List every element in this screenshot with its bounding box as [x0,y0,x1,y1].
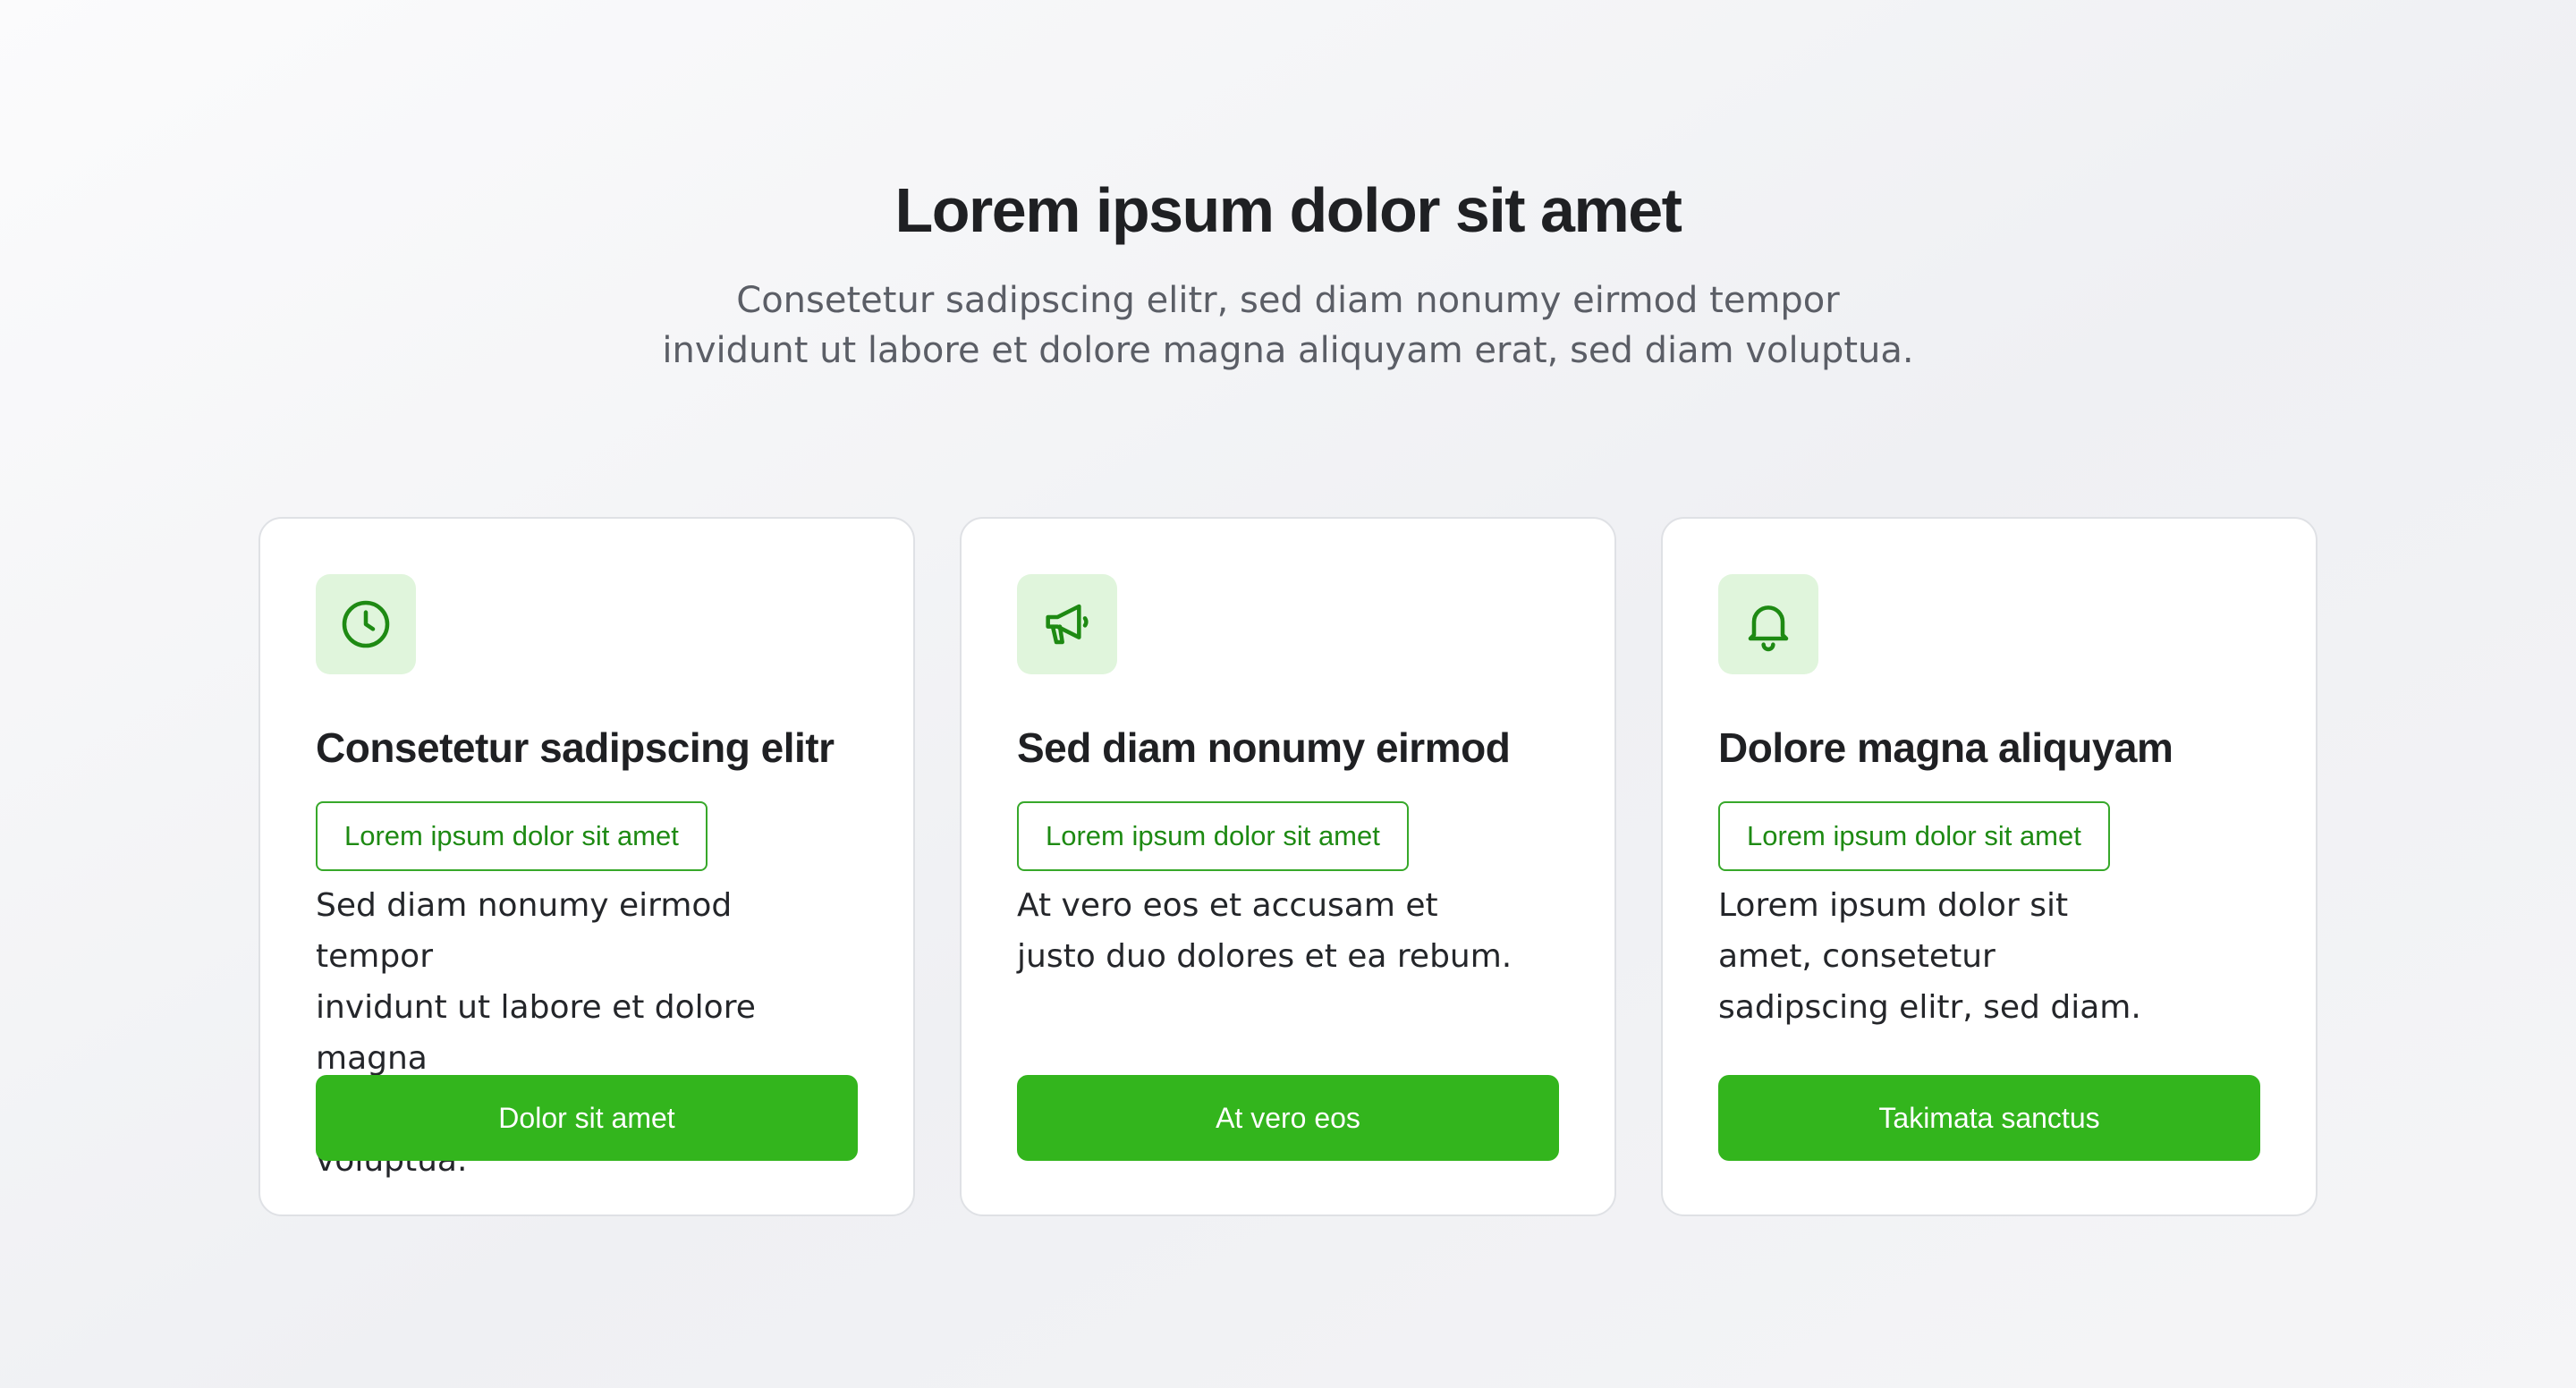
megaphone-icon [1046,604,1089,645]
at-vero-eos-button[interactable]: At vero eos [1017,1075,1559,1161]
page-subtitle: Consetetur sadipscing elitr, sed diam no… [662,275,1914,376]
card-tag: Lorem ipsum dolor sit amet [316,801,708,871]
desc-line: sadipscing elitr, sed diam. [1718,989,2141,1026]
card-description: At vero eos et accusam et justo duo dolor… [1017,880,1559,982]
hero-section: Lorem ipsum dolor sit amet Consetetur sa… [0,170,2576,376]
feature-card-3: Dolore magna aliquyam Lorem ipsum dolor … [1661,517,2318,1216]
card-title: Sed diam nonumy eirmod [1017,724,1511,771]
desc-line: amet, consetetur [1718,938,1996,975]
card-description: Lorem ipsum dolor sit amet, consetetur sad… [1718,880,2260,1033]
subtitle-line-2: invidunt ut labore et dolore magna aliqu… [662,330,1914,371]
bell-icon [1748,605,1789,652]
takimata-sanctus-button[interactable]: Takimata sanctus [1718,1075,2260,1161]
card-title: Consetetur sadipscing elitr [316,724,835,771]
card-title: Dolore magna aliquyam [1718,724,2174,771]
feature-card-1: Consetetur sadipscing elitr Lorem ipsum … [258,517,915,1216]
subtitle-line-1: Consetetur sadipscing elitr, sed diam no… [736,280,1840,321]
card-tag: Lorem ipsum dolor sit amet [1718,801,2110,871]
desc-line: Sed diam nonumy eirmod tempor [316,887,733,975]
page-title: Lorem ipsum dolor sit amet [894,175,1682,245]
desc-line: invidunt ut labore et dolore magna [316,989,756,1077]
clock-icon-tile [316,574,416,674]
desc-line: Lorem ipsum dolor sit [1718,887,2069,924]
desc-line: At vero eos et accusam et [1017,887,1438,924]
feature-card-2: Sed diam nonumy eirmod Lorem ipsum dolor… [960,517,1616,1216]
dolor-sit-amet-button[interactable]: Dolor sit amet [316,1075,858,1161]
bell-icon-tile [1718,574,1818,674]
feature-cards: Consetetur sadipscing elitr Lorem ipsum … [258,517,2318,1216]
megaphone-icon-tile [1017,574,1117,674]
desc-line: justo duo dolores et ea rebum. [1017,938,1513,975]
clock-icon [342,600,390,648]
card-tag: Lorem ipsum dolor sit amet [1017,801,1409,871]
